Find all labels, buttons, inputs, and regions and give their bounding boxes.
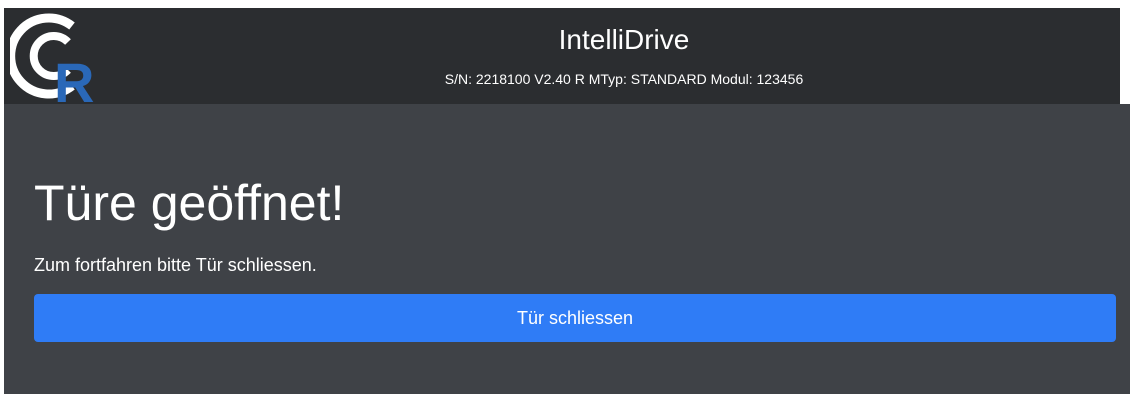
page-title: Türe geöffnet!	[34, 175, 345, 231]
instruction-text: Zum fortfahren bitte Tür schliessen.	[34, 255, 317, 275]
header-edge	[1120, 8, 1130, 104]
device-info: S/N: 2218100 V2.40 R MTyp: STANDARD Modu…	[444, 71, 804, 87]
close-door-button[interactable]: Tür schliessen	[34, 294, 1116, 342]
app-title: IntelliDrive	[558, 24, 690, 55]
r-signal-logo-icon: R	[10, 13, 94, 104]
header-bar: R IntelliDrive S/N: 2218100 V2.40 R MTyp…	[4, 8, 1120, 104]
app-frame: R IntelliDrive S/N: 2218100 V2.40 R MTyp…	[4, 8, 1130, 394]
main-content: Türe geöffnet! Zum fortfahren bitte Tür …	[16, 104, 1120, 394]
